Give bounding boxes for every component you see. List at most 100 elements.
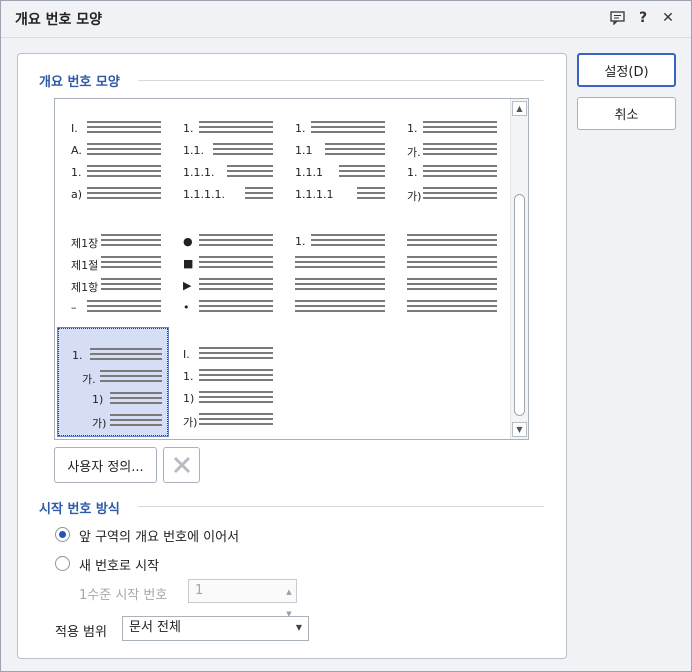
preset-level-label: 1)	[92, 393, 104, 406]
preset-preview-lines	[90, 348, 162, 363]
outline-preset-cell[interactable]: ● ■ ▶ •	[169, 214, 281, 324]
preset-level-row	[295, 278, 387, 292]
preset-level-label: 1.1.	[183, 144, 204, 157]
preset-level-row: 1.1	[295, 143, 387, 158]
outline-preset-cell[interactable]: 1.	[281, 214, 393, 324]
gallery-scrollbar[interactable]: ▲ ▼	[510, 99, 528, 439]
preset-level-row: 1.1.1	[295, 165, 387, 179]
comment-icon[interactable]	[609, 10, 625, 26]
section-divider	[138, 506, 544, 507]
preset-preview-lines	[325, 143, 385, 158]
help-icon[interactable]: ?	[635, 10, 651, 26]
preset-preview-lines	[101, 234, 161, 249]
preset-preview-lines	[110, 392, 162, 407]
preset-level-label: •	[183, 301, 190, 314]
preset-preview-lines	[101, 278, 161, 293]
preset-preview-lines	[87, 300, 161, 315]
preset-level-label: 가.	[82, 373, 96, 386]
preset-level-label: 가.	[407, 146, 421, 159]
preset-level-label: 제1항	[71, 281, 99, 294]
preset-level-label: 1.1	[295, 144, 313, 157]
scroll-down-icon[interactable]: ▼	[512, 422, 527, 437]
outline-preset-cell[interactable]: 1. 가. 1) 가)	[57, 327, 169, 437]
preset-level-row: 제1장	[71, 234, 163, 250]
preset-level-label: 1.	[183, 122, 194, 135]
outline-preset-cell[interactable]: I. A. 1. a)	[57, 101, 169, 211]
preset-level-row: 가)	[407, 187, 499, 203]
outline-preset-gallery[interactable]: I. 1. 1) 가) 1. 가. 1) 가) 1. ● ■ ▶ • 제1장 제1절 제1항 – 1. 가. 1. 가)…	[54, 98, 529, 440]
custom-define-button[interactable]: 사용자 정의...	[54, 447, 157, 483]
preset-preview-lines	[357, 187, 385, 202]
preset-preview-lines	[199, 391, 273, 406]
preset-preview-lines	[87, 187, 161, 202]
outline-preset-cell[interactable]: 제1장제1절제1항 –	[57, 214, 169, 324]
preset-preview-lines	[213, 143, 273, 158]
preset-level-row: 제1항	[71, 278, 163, 294]
preset-preview-lines	[407, 234, 497, 249]
stepper-arrows-icon: ▲ ▼	[286, 588, 292, 618]
preset-level-row	[407, 234, 499, 249]
ok-button[interactable]: 설정(D)	[577, 53, 676, 87]
preset-level-label: 1.	[407, 122, 418, 135]
preset-preview-lines	[311, 234, 385, 249]
scroll-up-icon[interactable]: ▲	[512, 101, 527, 116]
outline-preset-cell[interactable]: 1. 가. 1. 가)	[393, 101, 505, 211]
preset-preview-lines	[407, 278, 497, 293]
preset-level-label: 가)	[92, 417, 107, 430]
delete-x-icon[interactable]	[163, 447, 200, 483]
preset-level-row: ▶	[183, 278, 275, 292]
preset-preview-lines	[199, 369, 273, 384]
title-bar: 개요 번호 모양 ? ✕	[1, 1, 691, 38]
outline-preset-cell[interactable]	[393, 214, 505, 324]
preset-level-row: 1)	[72, 392, 164, 407]
outline-preset-cell[interactable]: I. 1. 1) 가)	[169, 327, 281, 437]
preset-level-row: 1.1.1.	[183, 165, 275, 179]
preset-preview-lines	[199, 347, 273, 362]
radio-new-start[interactable]	[55, 556, 70, 571]
preset-level-label: 1.1.1.	[183, 166, 215, 179]
preset-level-row: 가)	[72, 414, 164, 430]
preset-level-row: 1.	[183, 369, 275, 384]
preset-level-label: 1.1.1.1	[295, 188, 334, 201]
preset-preview-lines	[100, 370, 162, 385]
preset-level-label: 1.	[183, 370, 194, 383]
outline-preset-cell[interactable]: 1. 1.1 1.1.1 1.1.1.1	[281, 101, 393, 211]
scope-value: 문서 전체	[129, 620, 181, 635]
preset-level-row: I.	[183, 347, 275, 362]
scope-label: 적용 범위	[55, 625, 107, 640]
start-section-label: 시작 번호 방식	[39, 502, 120, 517]
preset-preview-lines	[199, 121, 273, 136]
radio-new-start-label[interactable]: 새 번호로 시작	[79, 555, 159, 574]
preset-level-row: 가.	[407, 143, 499, 159]
preset-level-row: –	[71, 300, 163, 315]
preset-level-label: ▶	[183, 279, 192, 292]
preset-level-row: 1.	[407, 165, 499, 180]
preset-preview-lines	[423, 187, 497, 202]
cancel-button[interactable]: 취소	[577, 97, 676, 130]
close-icon[interactable]: ✕	[660, 10, 676, 26]
preset-level-label: I.	[183, 348, 190, 361]
preset-preview-lines	[101, 256, 161, 271]
preset-level-label: 1.	[295, 122, 306, 135]
preset-level-row: ■	[183, 256, 275, 270]
scroll-thumb[interactable]	[514, 194, 525, 416]
preset-level-row: 제1절	[71, 256, 163, 272]
preset-level-row	[295, 300, 387, 314]
preset-preview-lines	[423, 165, 497, 180]
preset-level-label: 가)	[407, 190, 422, 203]
preset-level-row: A.	[71, 143, 163, 157]
preset-preview-lines	[423, 143, 497, 158]
preset-level-label: I.	[71, 122, 78, 135]
preset-preview-lines	[295, 256, 385, 271]
radio-continue[interactable]	[55, 527, 70, 542]
start-level-label: 1수준 시작 번호	[79, 588, 168, 603]
radio-continue-label[interactable]: 앞 구역의 개요 번호에 이어서	[79, 526, 239, 545]
preset-level-row: 1.1.	[183, 143, 275, 158]
preset-level-label: 1.	[407, 166, 418, 179]
preset-level-row: ●	[183, 234, 275, 248]
start-level-stepper: 1 ▲ ▼	[188, 579, 297, 618]
scope-select[interactable]: 문서 전체 ▼	[122, 616, 309, 641]
preset-level-label: 가)	[183, 416, 198, 429]
outline-preset-cell[interactable]: 1. 1.1. 1.1.1. 1.1.1.1.	[169, 101, 281, 211]
preset-preview-lines	[423, 121, 497, 136]
